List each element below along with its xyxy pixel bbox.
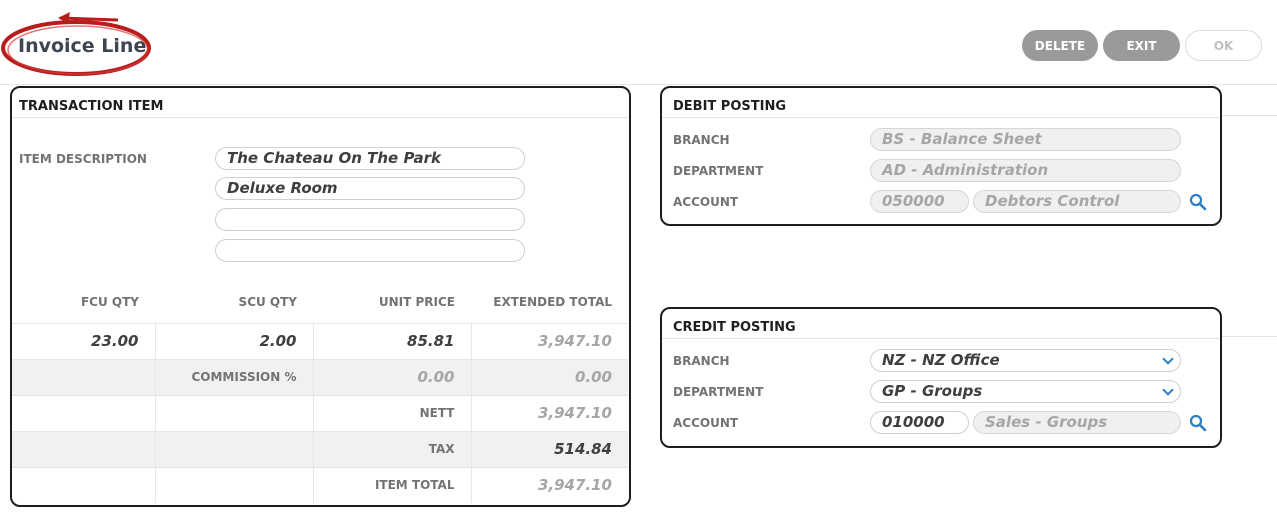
empty-cell <box>12 430 155 467</box>
commission-amount-value: 0.00 <box>470 358 628 395</box>
account-label: ACCOUNT <box>673 195 739 209</box>
empty-cell <box>12 394 155 431</box>
department-label: DEPARTMENT <box>673 164 764 178</box>
tax-input[interactable]: 514.84 <box>470 430 628 467</box>
panel-title: DEBIT POSTING <box>673 99 787 114</box>
panel-divider <box>12 117 629 118</box>
empty-cell <box>154 430 313 467</box>
debit-account-name-field: Debtors Control <box>973 190 1181 213</box>
panel-title: TRANSACTION ITEM <box>19 99 164 114</box>
table-row: ITEM TOTAL 3,947.10 <box>12 466 628 503</box>
nett-label: NETT <box>312 394 471 431</box>
page-title: Invoice Line <box>18 35 147 57</box>
ok-button[interactable]: OK <box>1185 30 1262 61</box>
table-row: TAX 514.84 <box>12 430 628 467</box>
panel-divider <box>662 117 1220 118</box>
table-row: 23.00 2.00 85.81 3,947.10 <box>12 322 628 359</box>
search-icon[interactable] <box>1189 414 1207 432</box>
chevron-down-icon <box>1162 353 1174 365</box>
table-row: NETT 3,947.10 <box>12 394 628 431</box>
branch-label: BRANCH <box>673 354 730 368</box>
fcu-qty-input[interactable]: 23.00 <box>12 322 155 359</box>
credit-divider-ext <box>1221 336 1277 337</box>
extended-total-value: 3,947.10 <box>470 322 628 359</box>
nett-value: 3,947.10 <box>470 394 628 431</box>
commission-label: COMMISSION % <box>154 358 313 395</box>
empty-cell <box>154 466 313 503</box>
column-header: UNIT PRICE <box>313 281 471 324</box>
panel-divider <box>662 338 1220 339</box>
totals-table: FCU QTY SCU QTY UNIT PRICE EXTENDED TOTA… <box>12 281 628 503</box>
description-line-3[interactable] <box>215 208 525 231</box>
credit-department-select[interactable]: GP - Groups <box>870 380 1181 403</box>
title-highlight: Invoice Line <box>0 12 160 82</box>
branch-label: BRANCH <box>673 133 730 147</box>
table-header-row: FCU QTY SCU QTY UNIT PRICE EXTENDED TOTA… <box>12 281 628 324</box>
empty-cell <box>12 466 155 503</box>
table-row: COMMISSION % 0.00 0.00 <box>12 358 628 395</box>
panel-title: CREDIT POSTING <box>673 320 796 335</box>
debit-branch-field: BS - Balance Sheet <box>870 128 1181 151</box>
item-total-label: ITEM TOTAL <box>312 466 471 503</box>
debit-account-code-field: 050000 <box>870 190 969 213</box>
column-header: FCU QTY <box>12 281 155 324</box>
description-line-2[interactable]: Deluxe Room <box>215 177 525 200</box>
column-header: EXTENDED TOTAL <box>471 281 628 324</box>
transaction-item-panel: TRANSACTION ITEM ITEM DESCRIPTION The Ch… <box>10 86 631 507</box>
account-label: ACCOUNT <box>673 416 739 430</box>
tax-label: TAX <box>312 430 471 467</box>
credit-posting-panel: CREDIT POSTING BRANCH NZ - NZ Office DEP… <box>660 307 1222 448</box>
empty-cell <box>154 394 313 431</box>
item-total-value: 3,947.10 <box>470 466 628 503</box>
debit-divider-ext <box>1221 115 1277 116</box>
debit-posting-panel: DEBIT POSTING BRANCH BS - Balance Sheet … <box>660 86 1222 226</box>
department-label: DEPARTMENT <box>673 385 764 399</box>
description-line-1[interactable]: The Chateau On The Park <box>215 147 525 170</box>
empty-cell <box>12 358 155 395</box>
search-icon[interactable] <box>1189 193 1207 211</box>
commission-pct-value: 0.00 <box>312 358 471 395</box>
header-divider <box>0 84 1277 85</box>
unit-price-input[interactable]: 85.81 <box>312 322 471 359</box>
credit-account-code-input[interactable]: 010000 <box>870 411 969 434</box>
chevron-down-icon <box>1162 384 1174 396</box>
column-header: SCU QTY <box>155 281 313 324</box>
credit-department-value: GP - Groups <box>882 382 983 400</box>
scu-qty-input[interactable]: 2.00 <box>154 322 313 359</box>
credit-branch-select[interactable]: NZ - NZ Office <box>870 349 1181 372</box>
item-description-label: ITEM DESCRIPTION <box>19 152 147 166</box>
debit-department-field: AD - Administration <box>870 159 1181 182</box>
exit-button[interactable]: EXIT <box>1103 30 1180 61</box>
description-line-4[interactable] <box>215 239 525 262</box>
credit-account-name-field: Sales - Groups <box>973 411 1181 434</box>
credit-branch-value: NZ - NZ Office <box>882 351 1000 369</box>
delete-button[interactable]: DELETE <box>1022 30 1098 61</box>
